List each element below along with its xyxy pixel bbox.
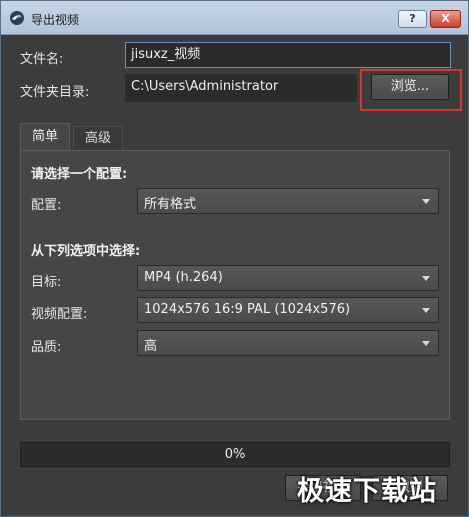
title-bar[interactable]: 导出视频 ? X: [1, 1, 468, 35]
quality-select-value: 高: [144, 339, 158, 354]
folder-label: 文件夹目录:: [20, 85, 90, 100]
video-config-select[interactable]: 1024x576 16:9 PAL (1024x576): [137, 297, 439, 323]
video-config-label: 视频配置:: [31, 307, 88, 322]
quality-label: 品质:: [31, 340, 62, 355]
config-label: 配置:: [31, 198, 62, 213]
file-name-label: 文件名:: [20, 52, 64, 67]
chevron-down-icon: [422, 276, 430, 281]
target-select-value: MP4 (h.264): [144, 270, 223, 285]
target-label: 目标:: [31, 275, 62, 290]
config-select[interactable]: 所有格式: [137, 188, 439, 214]
chevron-down-icon: [422, 341, 430, 346]
watermark-text: 极速下载站: [297, 476, 437, 507]
target-select[interactable]: MP4 (h.264): [137, 265, 439, 291]
options-section-title: 从下列选项中选择:: [31, 244, 141, 259]
export-progress-bar: 0%: [20, 442, 450, 467]
video-config-select-value: 1024x576 16:9 PAL (1024x576): [144, 302, 351, 317]
config-section-title: 请选择一个配置:: [31, 167, 128, 182]
file-name-input[interactable]: jisuxz_视频: [125, 42, 451, 68]
close-button[interactable]: X: [430, 10, 461, 28]
tab-advanced[interactable]: 高级: [73, 126, 123, 151]
settings-panel: 请选择一个配置: 配置: 所有格式 从下列选项中选择: 目标: MP4 (h.2…: [20, 150, 450, 420]
folder-path-field[interactable]: C:\Users\Administrator: [125, 74, 357, 102]
config-select-value: 所有格式: [144, 197, 197, 212]
export-video-dialog: 导出视频 ? X 文件名: jisuxz_视频 文件夹目录: C:\Users\…: [0, 0, 469, 517]
quality-select[interactable]: 高: [137, 330, 439, 356]
progress-text: 0%: [224, 447, 246, 462]
app-logo-icon: [10, 11, 24, 25]
browse-button[interactable]: 浏览...: [371, 74, 449, 100]
help-button[interactable]: ?: [398, 10, 427, 28]
tab-simple[interactable]: 简单: [20, 123, 70, 151]
chevron-down-icon: [422, 199, 430, 204]
chevron-down-icon: [422, 308, 430, 313]
window-title: 导出视频: [31, 13, 80, 27]
